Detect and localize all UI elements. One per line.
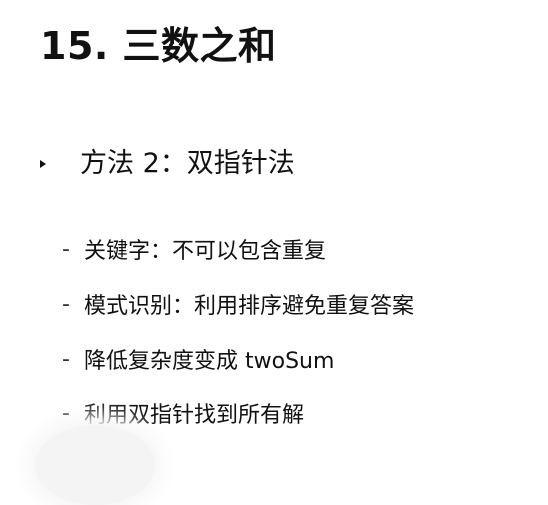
list-item-text: 利用双指针找到所有解 xyxy=(84,403,305,428)
list-item: - 模式识别：利用排序避免重复答案 xyxy=(62,286,414,322)
list-item-text: 降低复杂度变成 twoSum xyxy=(84,349,335,374)
decorative-shadow xyxy=(35,425,155,505)
dash-bullet: - xyxy=(62,236,70,262)
list-item-text: 关键字：不可以包含重复 xyxy=(84,239,327,264)
dash-bullet: - xyxy=(62,346,70,372)
list-item-text: 模式识别：利用排序避免重复答案 xyxy=(84,294,415,319)
dash-bullet: - xyxy=(62,400,70,426)
page-title: 15. 三数之和 xyxy=(40,24,277,68)
dash-bullet: - xyxy=(62,291,70,317)
triangle-bullet-icon xyxy=(40,160,46,168)
method-section-header: 方法 2：双指针法 xyxy=(40,140,295,188)
list-item: - 降低复杂度变成 twoSum xyxy=(62,341,334,377)
section-heading: 方法 2：双指针法 xyxy=(80,148,295,179)
list-item: - 关键字：不可以包含重复 xyxy=(62,231,326,267)
